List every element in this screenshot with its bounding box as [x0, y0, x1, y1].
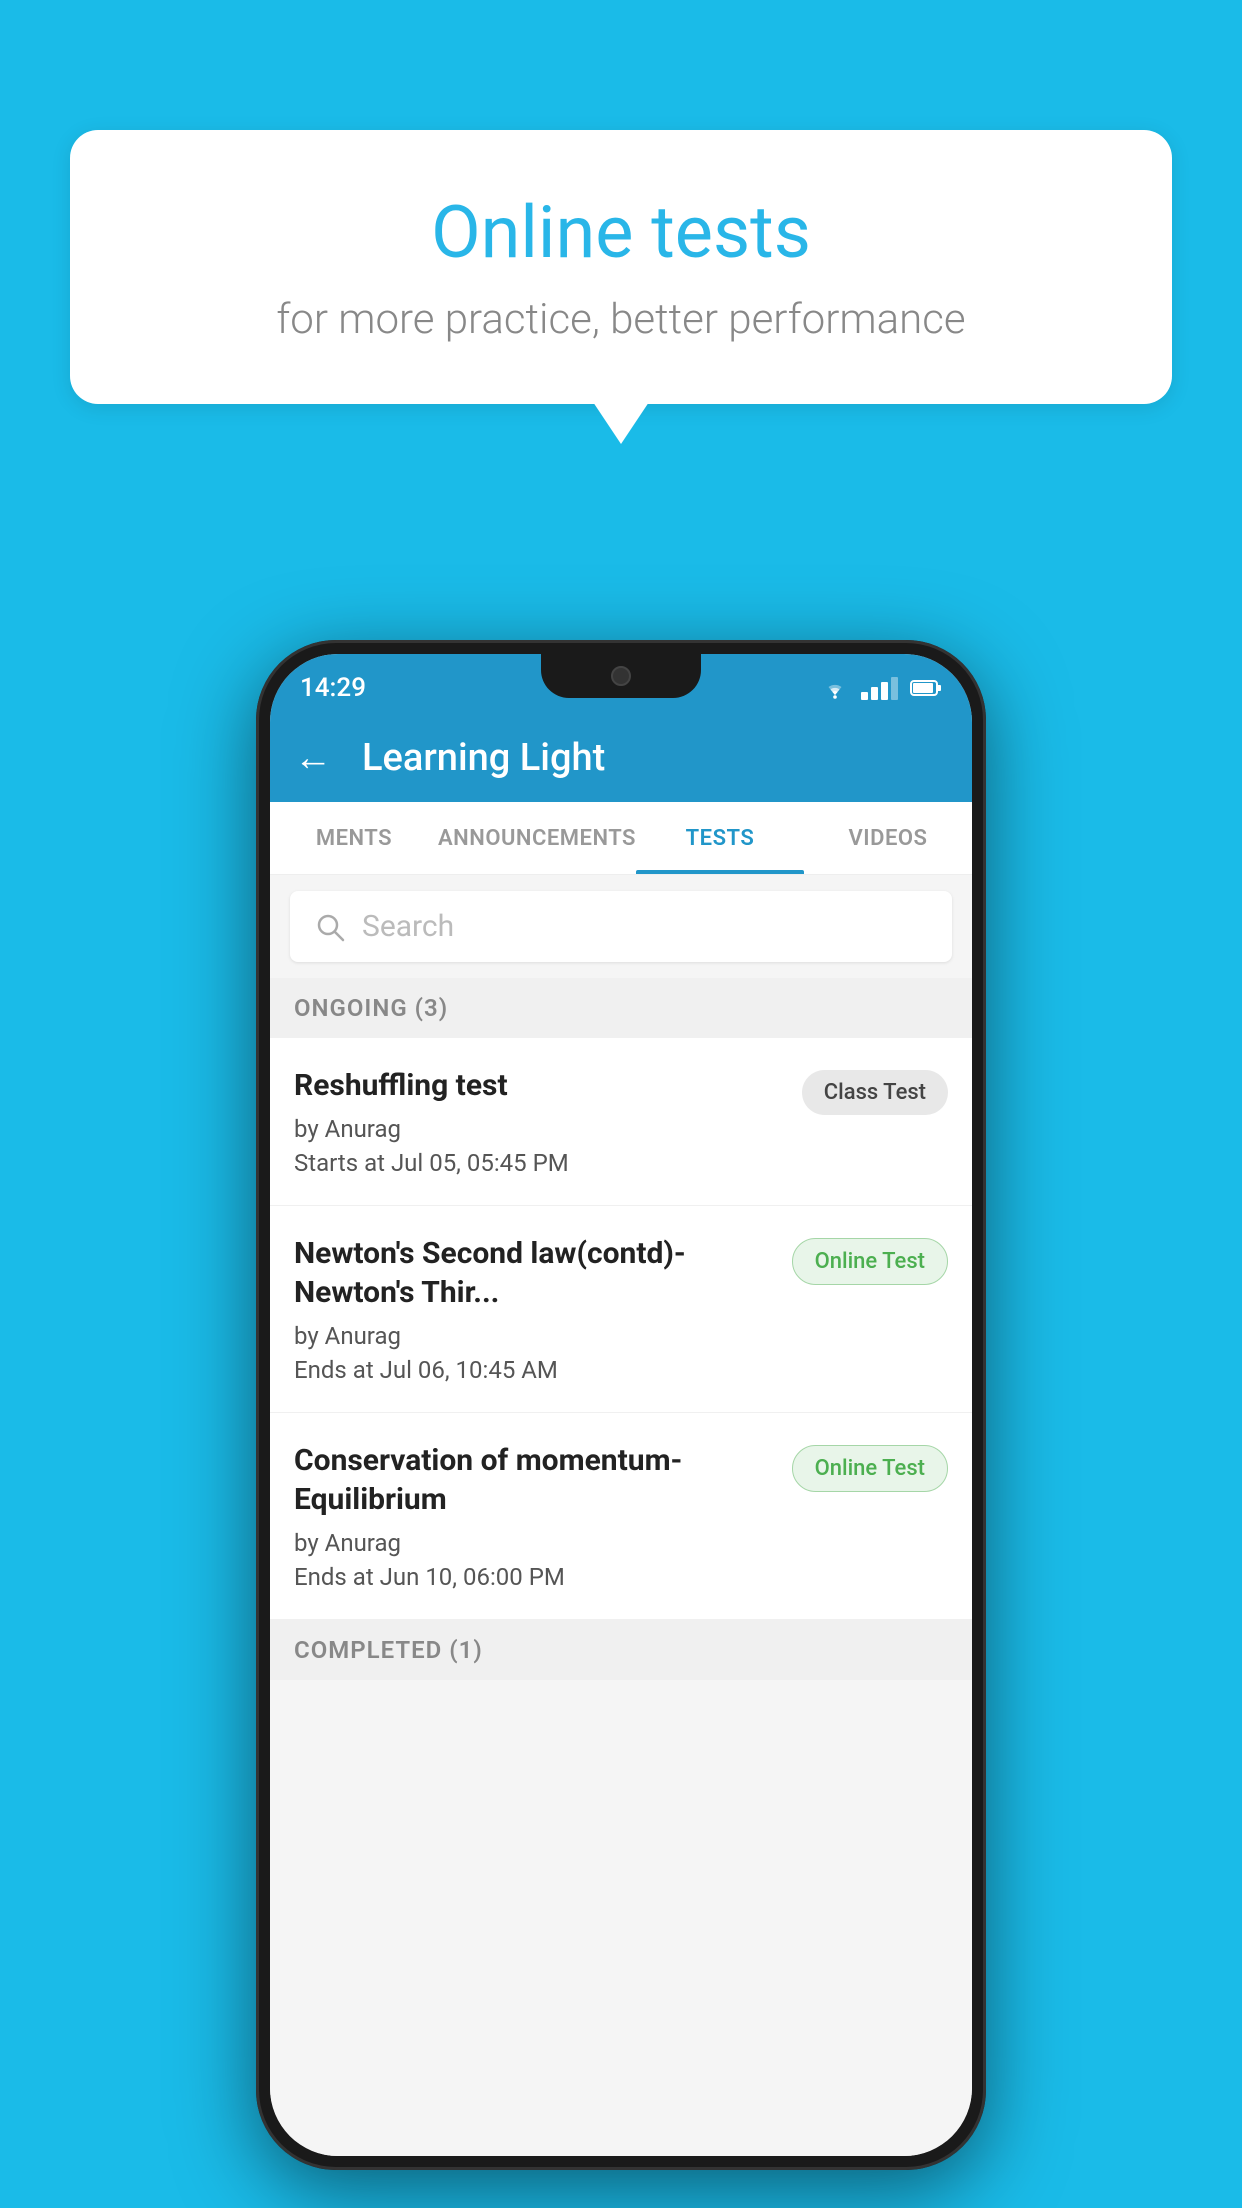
test-time-1: Starts at Jul 05, 05:45 PM	[294, 1149, 782, 1177]
ongoing-section-header: ONGOING (3)	[270, 978, 972, 1038]
bubble-subtitle: for more practice, better performance	[150, 295, 1092, 344]
search-placeholder-text: Search	[362, 909, 454, 944]
battery-icon	[910, 678, 942, 698]
search-box[interactable]: Search	[290, 891, 952, 962]
speech-bubble: Online tests for more practice, better p…	[70, 130, 1172, 404]
test-badge-3: Online Test	[792, 1445, 948, 1492]
bubble-title: Online tests	[150, 190, 1092, 275]
search-container: Search	[270, 875, 972, 978]
tabs-bar: MENTS ANNOUNCEMENTS TESTS VIDEOS	[270, 802, 972, 875]
signal-icon	[861, 677, 898, 700]
test-name-2: Newton's Second law(contd)-Newton's Thir…	[294, 1234, 772, 1312]
test-item-newton[interactable]: Newton's Second law(contd)-Newton's Thir…	[270, 1206, 972, 1413]
test-time-3: Ends at Jun 10, 06:00 PM	[294, 1563, 772, 1591]
test-time-2: Ends at Jul 06, 10:45 AM	[294, 1356, 772, 1384]
ongoing-label: ONGOING (3)	[294, 994, 448, 1022]
status-time: 14:29	[300, 673, 366, 703]
speech-bubble-area: Online tests for more practice, better p…	[70, 130, 1172, 404]
test-info-1: Reshuffling test by Anurag Starts at Jul…	[294, 1066, 782, 1177]
completed-label: COMPLETED (1)	[294, 1636, 483, 1664]
test-name-3: Conservation of momentum-Equilibrium	[294, 1441, 772, 1519]
wifi-icon	[821, 677, 849, 699]
tab-ments[interactable]: MENTS	[270, 802, 438, 874]
phone-screen: 14:29	[270, 654, 972, 2156]
phone-notch	[541, 654, 701, 698]
test-author-2: by Anurag	[294, 1322, 772, 1350]
test-author-3: by Anurag	[294, 1529, 772, 1557]
app-bar: ← Learning Light	[270, 714, 972, 802]
completed-section-header: COMPLETED (1)	[270, 1620, 972, 1680]
status-icons	[821, 677, 942, 700]
tab-announcements[interactable]: ANNOUNCEMENTS	[438, 802, 636, 874]
tab-videos[interactable]: VIDEOS	[804, 802, 972, 874]
test-info-3: Conservation of momentum-Equilibrium by …	[294, 1441, 772, 1591]
search-icon	[314, 911, 346, 943]
test-item-conservation[interactable]: Conservation of momentum-Equilibrium by …	[270, 1413, 972, 1620]
test-badge-2: Online Test	[792, 1238, 948, 1285]
test-name-1: Reshuffling test	[294, 1066, 782, 1105]
test-list: Reshuffling test by Anurag Starts at Jul…	[270, 1038, 972, 1620]
back-button[interactable]: ←	[294, 739, 332, 777]
app-title: Learning Light	[362, 736, 605, 780]
tab-tests[interactable]: TESTS	[636, 802, 804, 874]
phone-frame: 14:29	[256, 640, 986, 2170]
test-badge-1: Class Test	[802, 1070, 948, 1115]
screen-content[interactable]: MENTS ANNOUNCEMENTS TESTS VIDEOS	[270, 802, 972, 2156]
test-author-1: by Anurag	[294, 1115, 782, 1143]
phone-device: 14:29	[256, 640, 986, 2170]
camera-dot	[611, 666, 631, 686]
test-item-reshuffling[interactable]: Reshuffling test by Anurag Starts at Jul…	[270, 1038, 972, 1206]
test-info-2: Newton's Second law(contd)-Newton's Thir…	[294, 1234, 772, 1384]
